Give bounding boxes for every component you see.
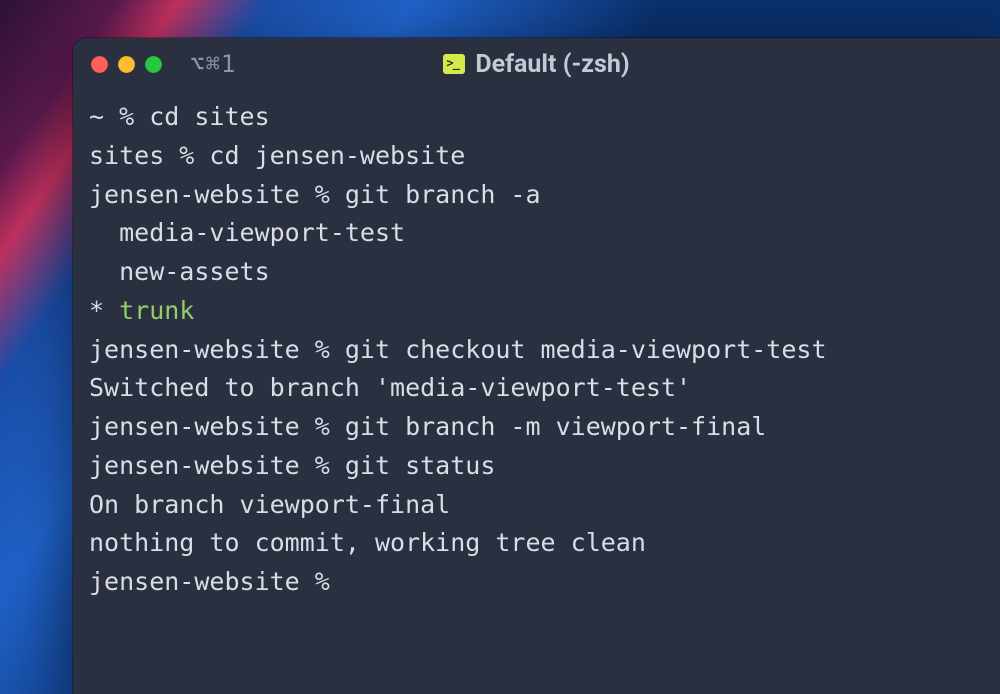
terminal-line: nothing to commit, working tree clean: [89, 524, 984, 563]
close-button[interactable]: [91, 56, 108, 73]
traffic-lights: [91, 56, 162, 73]
terminal-line: jensen-website % git branch -m viewport-…: [89, 408, 984, 447]
window-titlebar[interactable]: ⌥⌘1 Default (-zsh): [73, 38, 1000, 90]
terminal-window: ⌥⌘1 Default (-zsh) ~ % cd sitessites % c…: [73, 38, 1000, 694]
zoom-button[interactable]: [145, 56, 162, 73]
terminal-icon: [443, 54, 465, 74]
terminal-output[interactable]: ~ % cd sitessites % cd jensen-websitejen…: [73, 90, 1000, 618]
terminal-line: jensen-website % git status: [89, 447, 984, 486]
desktop-background: ⌥⌘1 Default (-zsh) ~ % cd sitessites % c…: [0, 0, 1000, 694]
terminal-line: jensen-website % git checkout media-view…: [89, 331, 984, 370]
terminal-line: media-viewport-test: [89, 214, 984, 253]
window-title-text: Default (-zsh): [475, 50, 629, 79]
current-branch-name: trunk: [119, 296, 194, 325]
terminal-line: On branch viewport-final: [89, 486, 984, 525]
terminal-line: Switched to branch 'media-viewport-test': [89, 369, 984, 408]
minimize-button[interactable]: [118, 56, 135, 73]
terminal-line: sites % cd jensen-website: [89, 137, 984, 176]
terminal-line: jensen-website % git branch -a: [89, 176, 984, 215]
terminal-line: new-assets: [89, 253, 984, 292]
tab-shortcut-hint: ⌥⌘1: [190, 50, 236, 78]
terminal-line: ~ % cd sites: [89, 98, 984, 137]
terminal-line: jensen-website %: [89, 563, 984, 602]
terminal-line: * trunk: [89, 292, 984, 331]
